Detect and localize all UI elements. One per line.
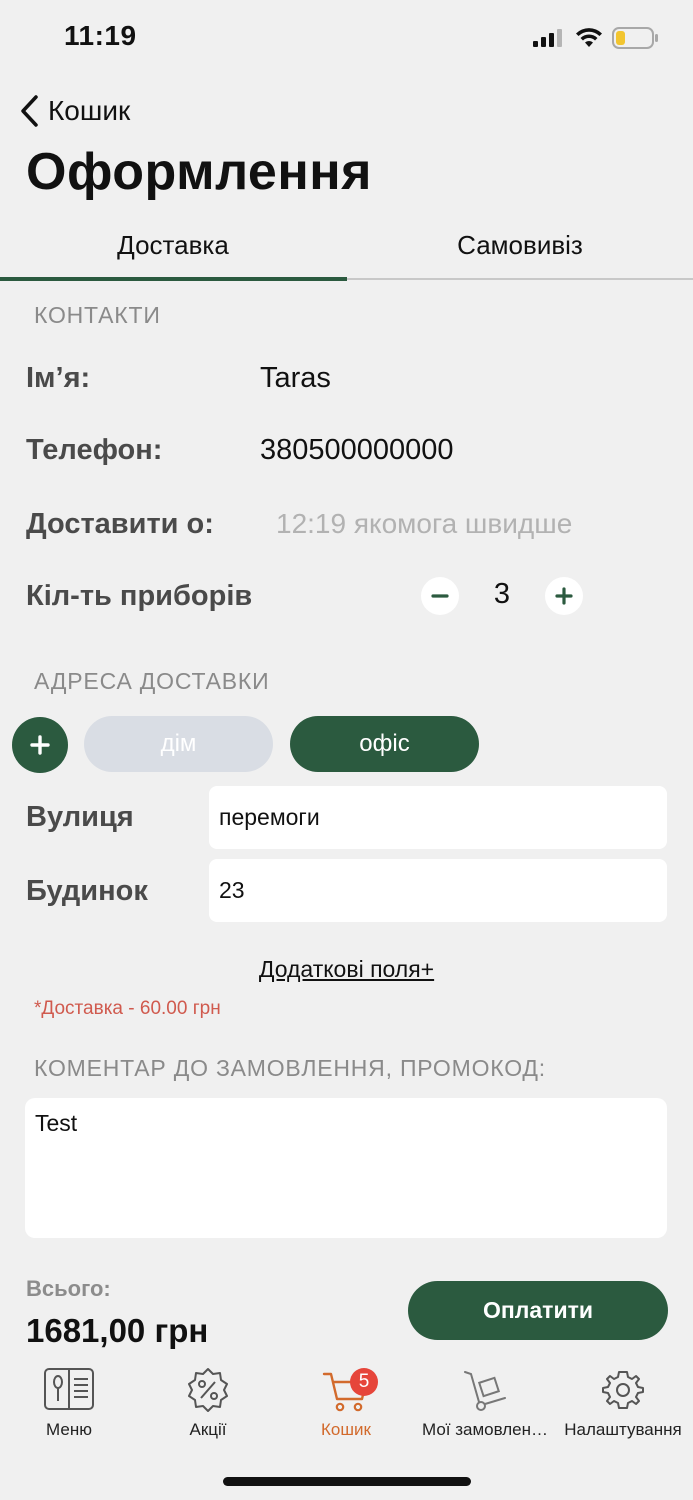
cutlery-count: 3 xyxy=(493,578,511,610)
tabbar-label: Кошик xyxy=(321,1420,371,1439)
cellular-signal-icon xyxy=(533,29,562,47)
plus-icon xyxy=(30,735,50,755)
address-chip-home[interactable]: дім xyxy=(84,716,273,772)
cart-count-badge: 5 xyxy=(350,1368,378,1396)
tabbar-item-menu[interactable]: Меню xyxy=(0,1366,138,1440)
address-chip-office[interactable]: офіс xyxy=(290,716,479,772)
name-label: Ім’я: xyxy=(26,362,91,394)
minus-icon xyxy=(431,594,449,598)
deliver-at-label: Доставити о: xyxy=(26,508,214,540)
battery-icon xyxy=(612,27,658,49)
tab-delivery[interactable]: Доставка xyxy=(0,230,346,261)
total-value: 1681,00 грн xyxy=(26,1312,209,1349)
menu-book-icon xyxy=(44,1368,94,1410)
percent-badge-icon xyxy=(188,1368,228,1412)
tabbar-label: Мої замовлен… xyxy=(421,1420,549,1439)
street-label: Вулиця xyxy=(26,801,134,833)
plus-icon xyxy=(555,587,573,605)
house-label: Будинок xyxy=(26,875,148,907)
tab-pickup[interactable]: Самовивіз xyxy=(347,230,693,261)
hand-truck-icon xyxy=(464,1371,506,1411)
house-input[interactable]: 23 xyxy=(209,859,667,922)
tabbar-label: Акції xyxy=(189,1420,227,1439)
tabbar-item-my-orders[interactable]: Мої замовлен… xyxy=(416,1366,554,1440)
add-address-button[interactable] xyxy=(12,717,68,773)
tabbar-label: Налаштування xyxy=(564,1420,682,1439)
delivery-fee-note: *Доставка - 60.00 грн xyxy=(34,998,221,1019)
street-input[interactable]: перемоги xyxy=(209,786,667,849)
total-label: Всього: xyxy=(26,1276,111,1301)
gear-icon xyxy=(602,1371,644,1409)
pay-button[interactable]: Оплатити xyxy=(408,1281,668,1340)
home-indicator xyxy=(223,1477,471,1486)
comment-textarea[interactable]: Test xyxy=(25,1098,667,1238)
back-button[interactable]: Кошик xyxy=(18,94,130,128)
tabbar-label: Меню xyxy=(46,1420,92,1439)
cutlery-increase-button[interactable] xyxy=(545,577,583,615)
contacts-section-label: КОНТАКТИ xyxy=(34,302,161,328)
back-label: Кошик xyxy=(48,95,131,126)
wifi-icon xyxy=(576,28,602,47)
comment-section-label: КОМЕНТАР ДО ЗАМОВЛЕННЯ, ПРОМОКОД: xyxy=(34,1055,546,1081)
name-field[interactable]: Taras xyxy=(260,362,331,395)
chevron-left-icon xyxy=(21,95,38,127)
tabbar-item-promotions[interactable]: Акції xyxy=(139,1366,277,1440)
status-time: 11:19 xyxy=(64,20,137,51)
tab-active-indicator xyxy=(0,277,347,281)
cutlery-decrease-button[interactable] xyxy=(421,577,459,615)
tabbar-item-cart[interactable]: Кошик xyxy=(277,1366,415,1440)
tabbar-item-settings[interactable]: Налаштування xyxy=(554,1366,692,1440)
page-title: Оформлення xyxy=(26,143,372,201)
address-section-label: АДРЕСА ДОСТАВКИ xyxy=(34,668,270,694)
phone-field[interactable]: 380500000000 xyxy=(260,434,454,467)
phone-label: Телефон: xyxy=(26,434,163,466)
extra-fields-link[interactable]: Додаткові поля+ xyxy=(0,956,693,983)
deliver-time-field[interactable]: 12:19 якомога швидше xyxy=(276,508,572,540)
cutlery-label: Кіл-ть приборів xyxy=(26,580,253,612)
